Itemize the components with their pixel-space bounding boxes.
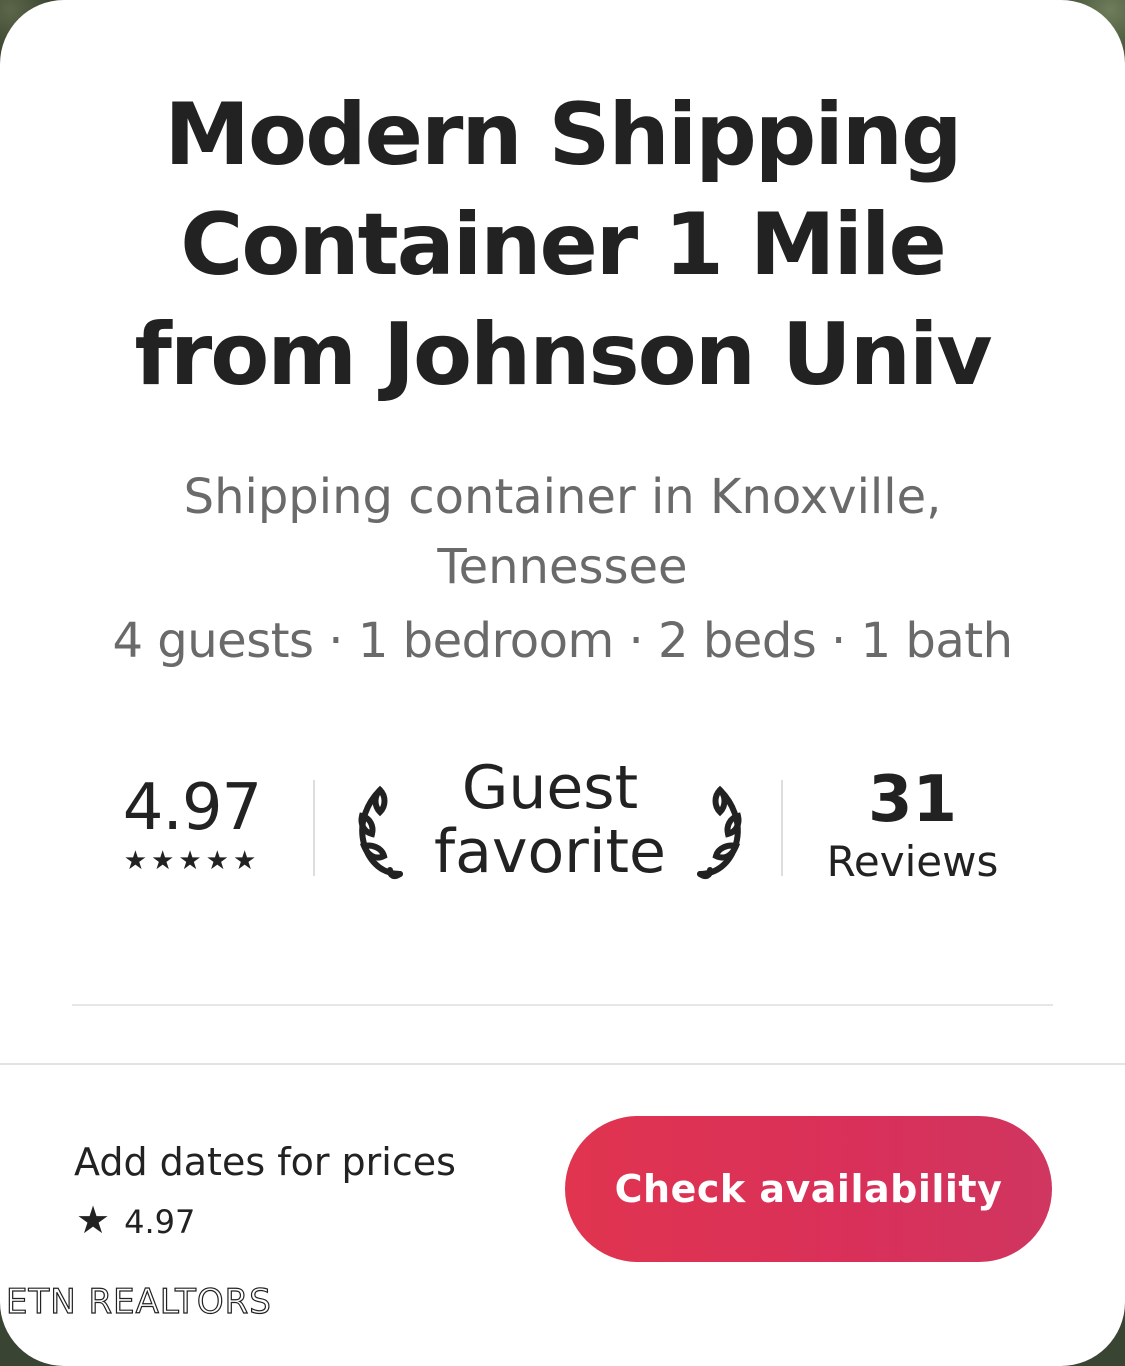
stats-divider: [781, 780, 783, 876]
stats-row[interactable]: 4.97 ★★★★★ Guest favorite 31 Reviews: [0, 750, 1125, 900]
listing-details: 4 guests · 1 bedroom · 2 beds · 1 bath: [112, 613, 1013, 669]
reviews-count: 31: [867, 763, 958, 837]
laurel-right-icon: [697, 785, 742, 880]
laurel-left-icon: [358, 785, 403, 880]
footer-rating-value: 4.97: [124, 1203, 196, 1241]
rating-stars-icon: ★★★★★: [123, 846, 261, 876]
section-divider: [72, 1004, 1053, 1006]
stats-divider: [313, 780, 315, 876]
reviews-stat[interactable]: 31 Reviews: [805, 764, 1020, 888]
reviews-label: Reviews: [826, 837, 999, 886]
rating-stat: 4.97 ★★★★★: [112, 772, 272, 878]
guest-favorite-line1: Guest: [461, 753, 639, 823]
guest-favorite-badge: Guest favorite: [350, 756, 750, 896]
footer-divider: [0, 1063, 1125, 1065]
star-icon: ★: [76, 1198, 111, 1242]
footer-rating: ★ 4.97: [76, 1198, 195, 1244]
check-availability-button[interactable]: Check availability: [565, 1116, 1052, 1262]
watermark-text: ETN REALTORS: [5, 1281, 272, 1322]
guest-favorite-line2: favorite: [434, 817, 666, 887]
listing-subtitle: Shipping container in Knoxville, Tenness…: [183, 469, 942, 595]
rating-value: 4.97: [122, 771, 263, 845]
listing-title: Modern Shipping Container 1 Mile from Jo…: [134, 85, 992, 405]
listing-sheet: Modern Shipping Container 1 Mile from Jo…: [0, 0, 1125, 1366]
guest-favorite-label: Guest favorite: [416, 756, 684, 884]
price-label: Add dates for prices: [74, 1140, 456, 1184]
